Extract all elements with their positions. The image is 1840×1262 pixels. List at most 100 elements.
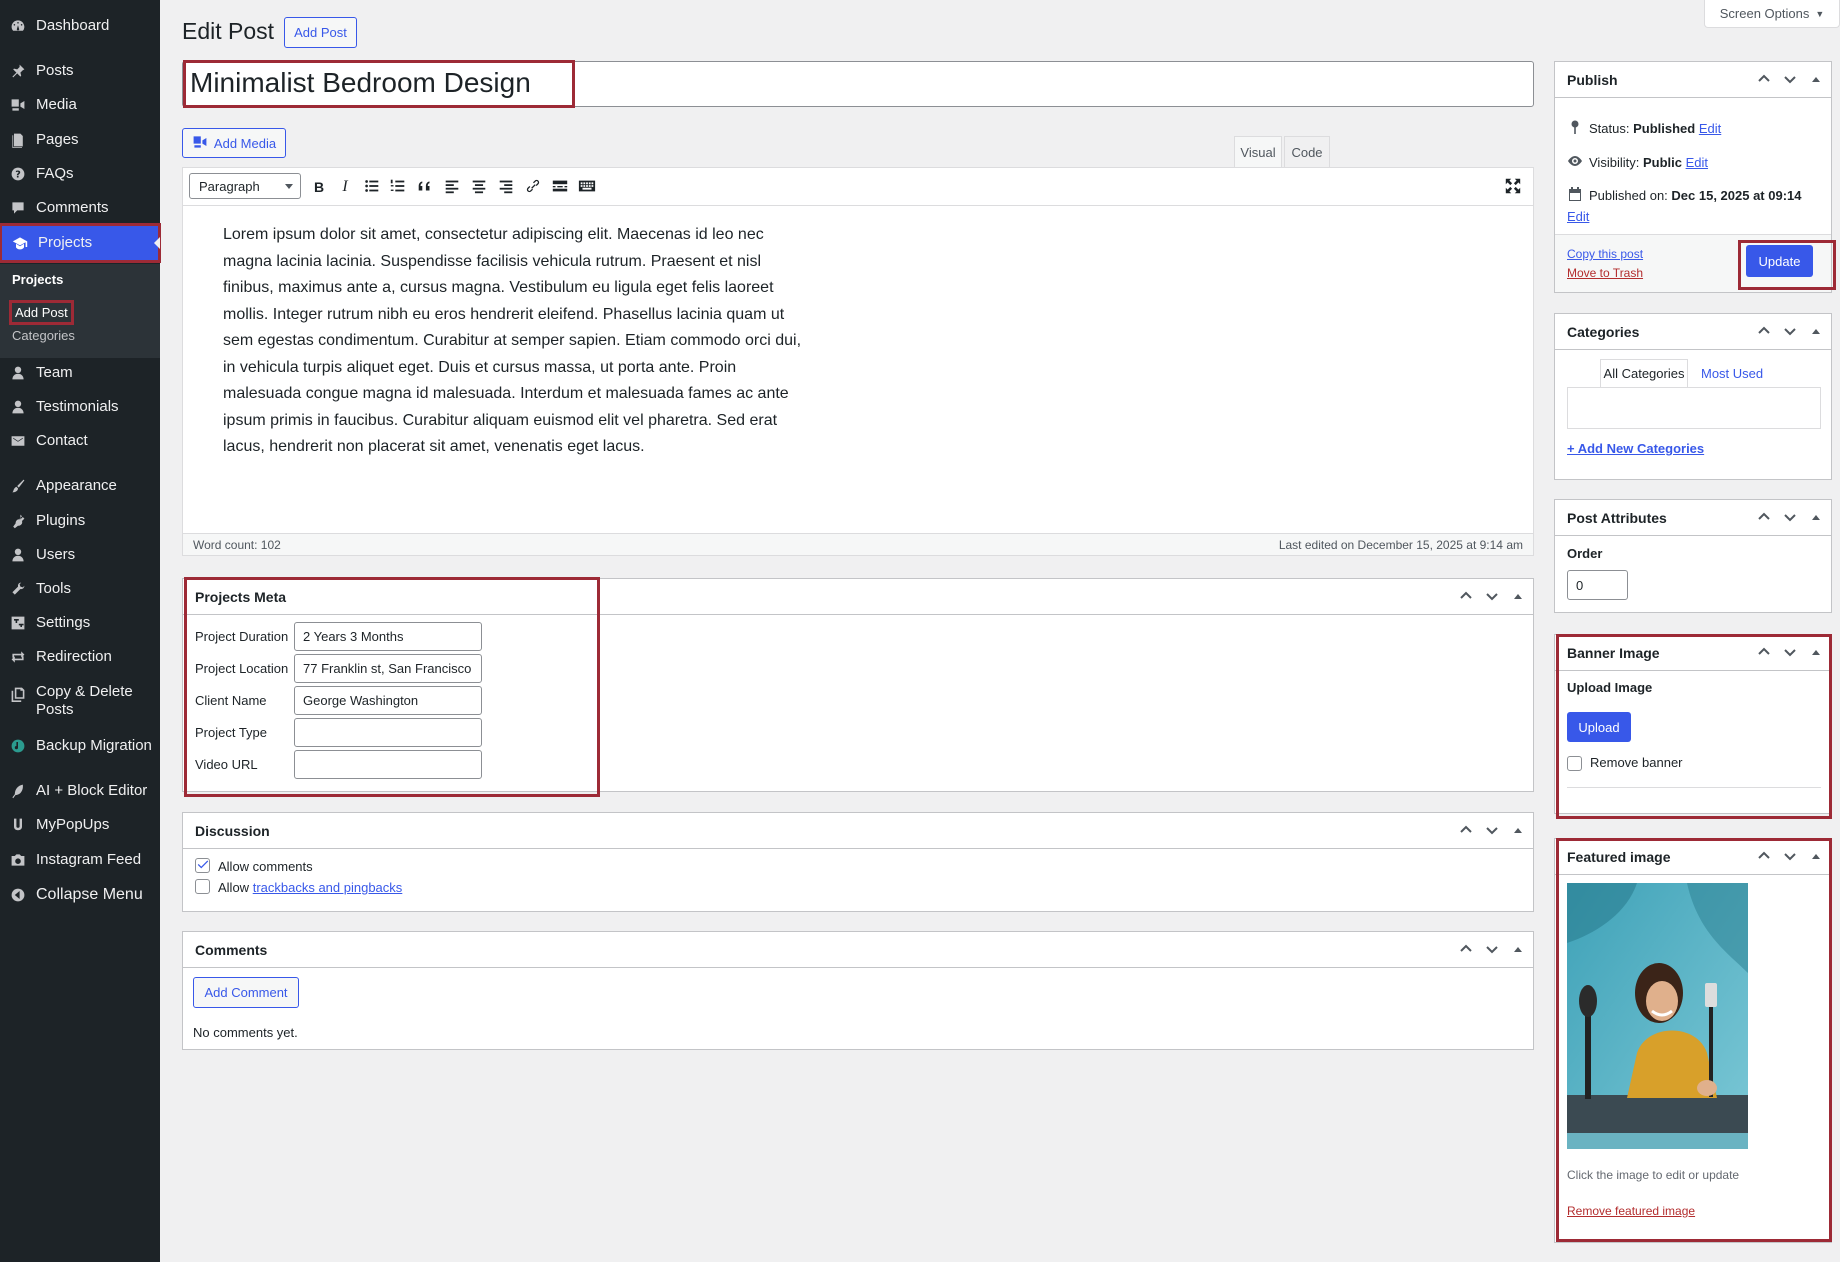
sidebar-item-redirection[interactable]: Redirection <box>0 640 160 674</box>
blockquote-button[interactable] <box>413 175 437 199</box>
toggle-triangle-icon[interactable] <box>1807 847 1825 865</box>
move-to-trash-link[interactable]: Move to Trash <box>1567 266 1643 280</box>
submenu-item-add-post[interactable]: Add Post <box>9 300 74 325</box>
copy-post-link[interactable]: Copy this post <box>1567 247 1643 261</box>
post-content[interactable]: Lorem ipsum dolor sit amet, consectetur … <box>223 222 803 461</box>
chevron-up-icon[interactable] <box>1457 587 1475 605</box>
allow-trackbacks-checkbox[interactable] <box>195 879 210 894</box>
editor-toolbar: Paragraph B I <box>183 168 1533 206</box>
main-content: Edit Post Add Post Screen Options ▼ Mini… <box>160 0 1840 1262</box>
chevron-up-icon[interactable] <box>1755 508 1773 526</box>
featured-image-thumbnail[interactable] <box>1567 883 1748 1149</box>
meta-input-video[interactable] <box>294 750 482 779</box>
chevron-down-icon[interactable] <box>1483 821 1501 839</box>
sidebar-item-users[interactable]: Users <box>0 538 160 572</box>
sidebar-item-settings[interactable]: Settings <box>0 606 160 640</box>
format-select[interactable]: Paragraph <box>189 173 301 199</box>
sidebar-item-ai-block-editor[interactable]: AI + Block Editor <box>0 774 160 808</box>
align-left-button[interactable] <box>440 175 464 199</box>
sidebar-collapse-menu[interactable]: Collapse Menu <box>0 878 160 912</box>
keyboard-icon <box>578 177 596 198</box>
screen-options-button[interactable]: Screen Options ▼ <box>1704 0 1840 28</box>
bullet-list-button[interactable] <box>360 175 384 199</box>
toggle-triangle-icon[interactable] <box>1807 508 1825 526</box>
order-input[interactable]: 0 <box>1567 570 1628 600</box>
sidebar-item-team[interactable]: Team <box>0 356 160 390</box>
fullscreen-button[interactable] <box>1501 175 1525 199</box>
meta-input-client[interactable]: George Washington <box>294 686 482 715</box>
read-more-button[interactable] <box>548 175 572 199</box>
add-media-button[interactable]: Add Media <box>182 128 286 158</box>
sidebar-item-contact[interactable]: Contact <box>0 424 160 458</box>
remove-banner-checkbox[interactable] <box>1567 756 1582 771</box>
sidebar-item-appearance[interactable]: Appearance <box>0 469 160 503</box>
sidebar-item-projects[interactable]: Projects <box>0 223 161 263</box>
sidebar-item-media[interactable]: Media <box>0 88 160 122</box>
sidebar-item-posts[interactable]: Posts <box>0 54 160 88</box>
meta-input-duration[interactable]: 2 Years 3 Months <box>294 622 482 651</box>
trackbacks-link[interactable]: trackbacks and pingbacks <box>253 880 403 895</box>
meta-input-location[interactable]: 77 Franklin st, San Francisco <box>294 654 482 683</box>
tab-most-used[interactable]: Most Used <box>1701 359 1763 387</box>
tab-visual[interactable]: Visual <box>1234 136 1282 168</box>
sidebar-item-copy-delete-posts[interactable]: Copy & Delete Posts <box>0 683 160 727</box>
align-center-button[interactable] <box>467 175 491 199</box>
edit-date-link[interactable]: Edit <box>1567 209 1589 224</box>
tab-all-categories[interactable]: All Categories <box>1600 359 1688 387</box>
sidebar-item-backup-migration[interactable]: Backup Migration <box>0 729 160 763</box>
sidebar-item-instagram-feed[interactable]: Instagram Feed <box>0 843 160 877</box>
numbered-list-button[interactable] <box>386 175 410 199</box>
meta-input-type[interactable] <box>294 718 482 747</box>
chevron-up-icon[interactable] <box>1755 70 1773 88</box>
submenu-heading-projects[interactable]: Projects <box>12 272 63 287</box>
update-button[interactable]: Update <box>1746 245 1813 277</box>
add-comment-button[interactable]: Add Comment <box>193 977 299 1008</box>
chevron-down-icon[interactable] <box>1781 322 1799 340</box>
toggle-triangle-icon[interactable] <box>1509 940 1527 958</box>
chevron-down-icon[interactable] <box>1781 847 1799 865</box>
sidebar-item-tools[interactable]: Tools <box>0 572 160 606</box>
submenu-item-categories[interactable]: Categories <box>12 328 75 343</box>
chevron-up-icon[interactable] <box>1457 940 1475 958</box>
sidebar-item-comments[interactable]: Comments <box>0 191 160 225</box>
bold-button[interactable]: B <box>307 175 331 199</box>
align-right-button[interactable] <box>494 175 518 199</box>
featured-image-box: Featured image Click the image to edit o… <box>1554 838 1832 1243</box>
upload-button[interactable]: Upload <box>1567 712 1631 742</box>
sidebar-item-dashboard[interactable]: Dashboard <box>0 9 160 43</box>
chevron-down-icon[interactable] <box>1483 940 1501 958</box>
sidebar-item-testimonials[interactable]: Testimonials <box>0 390 160 424</box>
edit-visibility-link[interactable]: Edit <box>1686 155 1708 170</box>
redirect-icon <box>0 649 36 665</box>
checkmark-icon <box>196 857 210 874</box>
sidebar-item-plugins[interactable]: Plugins <box>0 504 160 538</box>
chevron-down-icon[interactable] <box>1483 587 1501 605</box>
chevron-up-icon[interactable] <box>1755 322 1773 340</box>
svg-text:?: ? <box>15 170 21 181</box>
chevron-up-icon[interactable] <box>1457 821 1475 839</box>
italic-button[interactable]: I <box>333 175 357 199</box>
tab-code[interactable]: Code <box>1284 136 1330 168</box>
add-post-button[interactable]: Add Post <box>284 17 357 48</box>
toggle-triangle-icon[interactable] <box>1807 643 1825 661</box>
chevron-down-icon[interactable] <box>1781 643 1799 661</box>
toggle-triangle-icon[interactable] <box>1807 70 1825 88</box>
toggle-triangle-icon[interactable] <box>1807 322 1825 340</box>
category-list[interactable] <box>1567 387 1821 429</box>
toggle-triangle-icon[interactable] <box>1509 587 1527 605</box>
chevron-up-icon[interactable] <box>1755 847 1773 865</box>
allow-comments-checkbox[interactable] <box>195 858 210 873</box>
edit-status-link[interactable]: Edit <box>1699 121 1721 136</box>
sidebar-item-mypopups[interactable]: MyPopUps <box>0 808 160 842</box>
chevron-down-icon[interactable] <box>1781 508 1799 526</box>
remove-featured-image-link[interactable]: Remove featured image <box>1567 1204 1695 1218</box>
toggle-triangle-icon[interactable] <box>1509 821 1527 839</box>
toolbar-toggle-button[interactable] <box>575 175 599 199</box>
chevron-down-icon[interactable] <box>1781 70 1799 88</box>
chevron-up-icon[interactable] <box>1755 643 1773 661</box>
add-new-category-link[interactable]: + Add New Categories <box>1567 441 1704 456</box>
sidebar-item-faqs[interactable]: ? FAQs <box>0 157 160 191</box>
link-button[interactable] <box>521 175 545 199</box>
sidebar-item-pages[interactable]: Pages <box>0 123 160 157</box>
camera-icon <box>0 852 36 868</box>
